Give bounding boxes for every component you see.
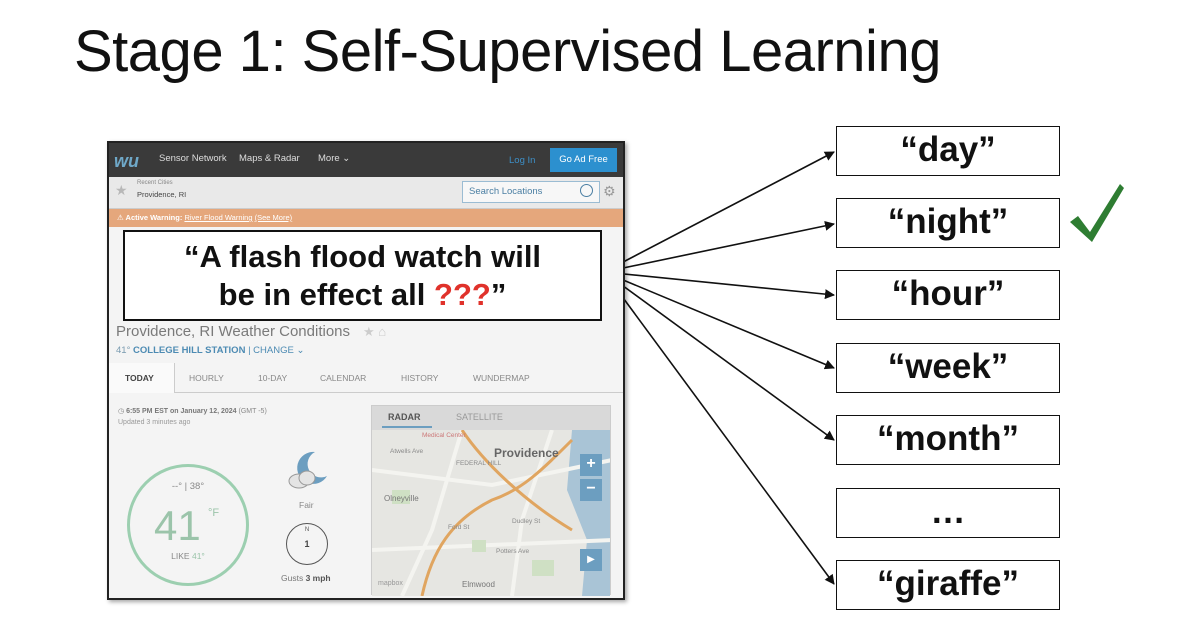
feels-like-label: LIKE: [171, 551, 190, 561]
search-placeholder: Search Locations: [469, 186, 543, 197]
condition-text: Fair: [299, 500, 314, 510]
map-canvas[interactable]: Medical Center Atwells Ave FEDERAL HILL …: [372, 430, 610, 596]
nav-more[interactable]: More ⌄: [318, 153, 350, 164]
moon-cloud-icon: [288, 451, 327, 489]
updated-text: Updated 3 minutes ago: [118, 419, 191, 426]
map-city-label: Providence: [494, 446, 559, 460]
star-icon[interactable]: ★: [115, 182, 128, 199]
tab-wundermap[interactable]: WUNDERMAP: [473, 373, 530, 383]
gusts: Gusts 3 mph: [281, 573, 331, 583]
answer-giraffe: “giraffe”: [836, 560, 1060, 610]
weather-screenshot: wu Sensor Network Maps & Radar More ⌄ Lo…: [107, 141, 625, 600]
forecast-tabs: TODAY HOURLY 10-DAY CALENDAR HISTORY WUN…: [109, 363, 623, 393]
map-label-medical-center: Medical Center: [422, 432, 466, 439]
favorite-home-icons[interactable]: ★ ⌂: [363, 324, 386, 340]
answer-hour: “hour”: [836, 270, 1060, 320]
station-line: 41° COLLEGE HILL STATION | CHANGE ⌄: [116, 345, 304, 356]
tab-satellite[interactable]: SATELLITE: [456, 412, 503, 422]
station-name[interactable]: COLLEGE HILL STATION: [133, 345, 245, 356]
tab-hourly[interactable]: HOURLY: [189, 373, 224, 383]
answer-month: “month”: [836, 415, 1060, 465]
wind-compass: N 1: [286, 523, 328, 565]
recent-city[interactable]: Providence, RI: [137, 190, 186, 199]
callout-line-2-prefix: be in effect all: [218, 277, 435, 312]
masked-sentence-callout: “A flash flood watch will be in effect a…: [123, 230, 602, 321]
nav-sensor-network[interactable]: Sensor Network: [159, 153, 227, 164]
tab-calendar[interactable]: CALENDAR: [320, 373, 366, 383]
timestamp-tz: (GMT -5): [238, 408, 267, 415]
wu-logo[interactable]: wu: [114, 151, 139, 172]
feels-like-value: 41°: [191, 551, 205, 561]
map-label-ford: Ford St: [448, 524, 470, 531]
zoom-out-button[interactable]: −: [580, 479, 602, 501]
map-label-atwells: Atwells Ave: [390, 448, 424, 455]
checkmark-icon: [1070, 184, 1124, 242]
login-link[interactable]: Log In: [509, 155, 535, 166]
callout-line-2: be in effect all ???”: [125, 276, 600, 314]
answer-night: “night”: [836, 198, 1060, 248]
answer-week: “week”: [836, 343, 1060, 393]
station-change[interactable]: | CHANGE ⌄: [248, 345, 304, 356]
wind-direction: N: [304, 527, 310, 533]
answer-day: “day”: [836, 126, 1060, 176]
warning-banner: ⚠ Active Warning: River Flood Warning (S…: [109, 209, 623, 227]
arrow-night: [603, 220, 835, 273]
site-header: wu Sensor Network Maps & Radar More ⌄ Lo…: [109, 143, 623, 177]
map-label-elmwood: Elmwood: [462, 580, 495, 589]
gear-icon[interactable]: ⚙: [603, 183, 616, 200]
map-label-federal-hill: FEDERAL HILL: [456, 460, 502, 467]
map-label-potters: Potters Ave: [496, 548, 530, 555]
tab-today[interactable]: TODAY: [125, 373, 154, 383]
station-temp: 41°: [116, 345, 131, 356]
hi-lo: --° | 38°: [171, 481, 205, 492]
tab-history[interactable]: HISTORY: [401, 373, 438, 383]
masked-token: ???: [434, 277, 491, 312]
timestamp-value: 6:55 PM EST on January 12, 2024: [126, 408, 237, 415]
tab-radar[interactable]: RADAR: [388, 412, 421, 422]
go-ad-free-button[interactable]: Go Ad Free: [550, 148, 617, 172]
warning-link[interactable]: River Flood Warning: [184, 213, 252, 222]
arrow-day: [603, 151, 835, 273]
arrow-hour: [603, 271, 835, 300]
temperature-unit: °F: [208, 507, 220, 519]
warning-more-link[interactable]: (See More): [255, 213, 293, 222]
warning-label: ⚠ Active Warning:: [117, 213, 183, 222]
search-input[interactable]: Search Locations: [462, 181, 600, 203]
recent-cities-bar: ★ Recent Cities Providence, RI Search Lo…: [109, 177, 623, 209]
arrow-month: [603, 271, 835, 441]
map-label-dudley: Dudley St: [512, 518, 541, 525]
zoom-in-button[interactable]: +: [580, 454, 602, 476]
timestamp: ◷ 6:55 PM EST on January 12, 2024 (GMT -…: [118, 408, 267, 415]
arrow-giraffe: [603, 271, 835, 585]
map-label-olneyville: Olneyville: [384, 494, 419, 503]
gusts-label: Gusts: [281, 573, 304, 583]
locate-icon[interactable]: [580, 184, 593, 197]
callout-line-2-suffix: ”: [490, 277, 507, 312]
conditions-title: Providence, RI Weather Conditions: [116, 323, 351, 340]
play-button[interactable]: ▶: [580, 549, 602, 571]
gusts-value: 3 mph: [305, 573, 331, 583]
mapbox-logo: mapbox: [378, 580, 403, 587]
recent-cities-label: Recent Cities: [137, 180, 173, 186]
radar-tab-underline: [382, 426, 432, 428]
wind-speed: 1: [304, 539, 310, 549]
radar-map-widget: RADAR SATELLITE Medical Center Atwells A…: [371, 405, 611, 596]
feels-like: LIKE 41°: [130, 551, 246, 561]
current-temperature: 41: [154, 502, 201, 549]
callout-line-1: “A flash flood watch will: [183, 239, 542, 274]
nav-maps-radar[interactable]: Maps & Radar: [239, 153, 300, 164]
tab-10-day[interactable]: 10-DAY: [258, 373, 287, 383]
temperature-gauge: --° | 38° 41 °F LIKE 41°: [127, 464, 249, 586]
answer-ellipsis: …: [836, 488, 1060, 538]
